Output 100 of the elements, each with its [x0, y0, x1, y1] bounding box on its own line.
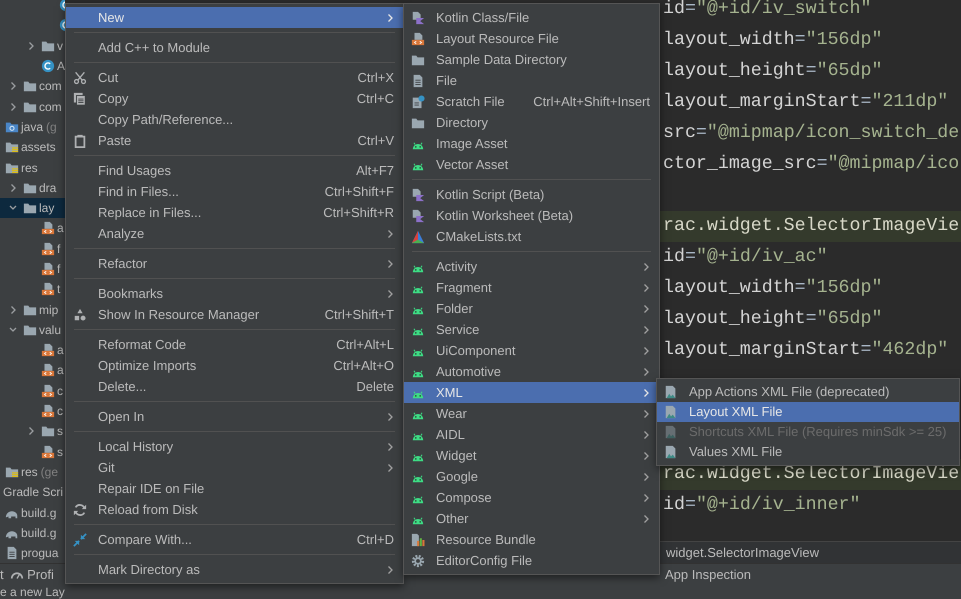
tree-item[interactable]: c — [0, 380, 65, 401]
menu-item[interactable]: AIDL — [404, 424, 659, 445]
tree-item[interactable]: res (ge — [0, 462, 65, 482]
tree-item[interactable]: f — [0, 258, 65, 280]
menu-item[interactable]: Layout Resource File — [404, 28, 659, 49]
menu-item[interactable]: Google — [404, 466, 659, 487]
menu-item[interactable]: App Actions XML File (deprecated) — [657, 382, 959, 402]
menu-item[interactable]: Analyze — [66, 223, 403, 244]
menu-item[interactable]: Compose — [404, 487, 659, 508]
tree-item[interactable]: f — [0, 238, 65, 259]
menu-item[interactable]: Directory — [404, 112, 659, 133]
menu-item[interactable]: Kotlin Worksheet (Beta) — [404, 205, 659, 226]
menu-item[interactable]: Copy Ctrl+C — [66, 88, 403, 109]
tree-item[interactable]: java (g — [0, 116, 65, 138]
menu-item[interactable]: Vector Asset — [404, 154, 659, 175]
folder-icon — [23, 79, 37, 94]
menu-item[interactable]: Scratch File Ctrl+Alt+Shift+Insert — [404, 91, 659, 112]
shapes-icon — [73, 308, 87, 322]
menu-item[interactable]: Repair IDE on File — [66, 478, 403, 499]
code-line: layout_height="65dp" — [662, 60, 884, 83]
tree-item[interactable]: lay — [0, 198, 65, 218]
menu-item[interactable]: Widget — [404, 445, 659, 466]
menu-item[interactable]: Values XML File — [657, 442, 959, 462]
menu-item[interactable]: File — [404, 70, 659, 91]
code-line: layout_height="65dp" — [662, 308, 884, 331]
tree-item[interactable]: a — [0, 218, 65, 239]
menu-item[interactable]: Activity — [404, 256, 659, 277]
tree-item[interactable]: com — [0, 76, 65, 96]
menu-item[interactable]: UiComponent — [404, 340, 659, 361]
resource-folder-icon — [5, 464, 19, 479]
menu-item[interactable]: Find in Files... Ctrl+Shift+F — [66, 181, 403, 202]
menu-item[interactable]: Local History — [66, 436, 403, 457]
status-text: e a new Lay — [0, 585, 65, 599]
tree-item[interactable]: assets — [0, 137, 65, 158]
tree-item[interactable]: v — [0, 36, 65, 56]
menu-item[interactable]: Optimize Imports Ctrl+Alt+O — [66, 355, 403, 376]
kotlin-file-icon — [411, 10, 425, 24]
tree-item[interactable]: c — [0, 400, 65, 422]
menu-item[interactable]: Service — [404, 319, 659, 340]
menu-item[interactable]: Show In Resource Manager Ctrl+Shift+T — [66, 304, 403, 325]
tree-item[interactable]: build.g — [0, 522, 65, 544]
tree-item[interactable]: s — [0, 421, 65, 442]
menu-item[interactable]: Paste Ctrl+V — [66, 130, 403, 151]
menu-item[interactable]: Resource Bundle — [404, 529, 659, 550]
tree-item[interactable]: mip — [0, 299, 65, 320]
folder-icon — [23, 302, 37, 317]
reload-icon — [73, 502, 87, 516]
tree-item[interactable]: progua — [0, 543, 65, 563]
menu-item[interactable]: Cut Ctrl+X — [66, 67, 403, 88]
triangle-icon — [411, 230, 425, 244]
menu-item[interactable]: Wear — [404, 403, 659, 424]
menu-item[interactable]: Other — [404, 508, 659, 529]
menu-item[interactable]: EditorConfig File — [404, 550, 659, 571]
menu-item[interactable]: Sample Data Directory — [404, 49, 659, 70]
menu-item[interactable]: Folder — [404, 298, 659, 319]
menu-item[interactable]: Add C++ to Module — [66, 37, 403, 58]
tree-item[interactable]: s — [0, 442, 65, 462]
menu-item[interactable]: Fragment — [404, 277, 659, 298]
menu-item[interactable]: Automotive — [404, 361, 659, 382]
tree-item[interactable]: valu — [0, 320, 65, 340]
folder-icon — [23, 201, 37, 216]
tree-item[interactable]: t — [0, 279, 65, 300]
chevron-right-icon — [642, 472, 650, 482]
tree-item[interactable]: Gradle Scri — [0, 482, 65, 502]
chevron-right-icon — [642, 366, 650, 376]
menu-item[interactable]: Reload from Disk — [66, 499, 403, 520]
menu-item[interactable]: Open In — [66, 406, 403, 427]
menu-item[interactable]: Copy Path/Reference... — [66, 109, 403, 130]
chevron-right-icon — [642, 514, 650, 524]
breadcrumb[interactable]: widget.SelectorImageView — [660, 541, 961, 563]
tree-item[interactable]: res — [0, 157, 65, 178]
menu-item[interactable]: XML — [404, 382, 659, 403]
tree-item[interactable]: build.g — [0, 502, 65, 523]
menu-item[interactable]: CMakeLists.txt — [404, 226, 659, 247]
menu-item[interactable]: Image Asset — [404, 133, 659, 154]
tool-window-button[interactable]: Profi — [10, 564, 54, 584]
folder-icon — [23, 322, 37, 337]
menu-item[interactable]: New — [66, 7, 403, 28]
tool-window-button[interactable]: App Inspection — [665, 564, 752, 584]
menu-item[interactable]: Kotlin Script (Beta) — [404, 184, 659, 205]
menu-item[interactable]: Mark Directory as — [66, 559, 403, 580]
class-icon — [41, 59, 55, 74]
tree-item[interactable]: dra — [0, 178, 65, 198]
tool-window-button[interactable]: t — [0, 564, 4, 584]
menu-item[interactable]: Replace in Files... Ctrl+Shift+R — [66, 202, 403, 223]
menu-item[interactable]: Find Usages Alt+F7 — [66, 160, 403, 181]
tree-item[interactable]: A — [0, 56, 65, 76]
menu-item[interactable]: Compare With... Ctrl+D — [66, 529, 403, 550]
menu-item[interactable]: Kotlin Class/File — [404, 7, 659, 28]
menu-item[interactable]: Bookmarks — [66, 283, 403, 304]
menu-item[interactable]: Delete... Delete — [66, 376, 403, 397]
menu-item[interactable]: Layout XML File — [657, 402, 959, 422]
menu-item[interactable]: Refactor — [66, 253, 403, 274]
code-line: ctor_image_src="@mipmap/ico — [662, 153, 960, 176]
menu-item[interactable]: Git — [66, 457, 403, 478]
tree-item[interactable]: com — [0, 96, 65, 117]
tree-item[interactable]: a — [0, 360, 65, 381]
menu-item[interactable]: Reformat Code Ctrl+Alt+L — [66, 334, 403, 355]
tree-item[interactable]: a — [0, 340, 65, 360]
folder-icon — [23, 180, 37, 195]
